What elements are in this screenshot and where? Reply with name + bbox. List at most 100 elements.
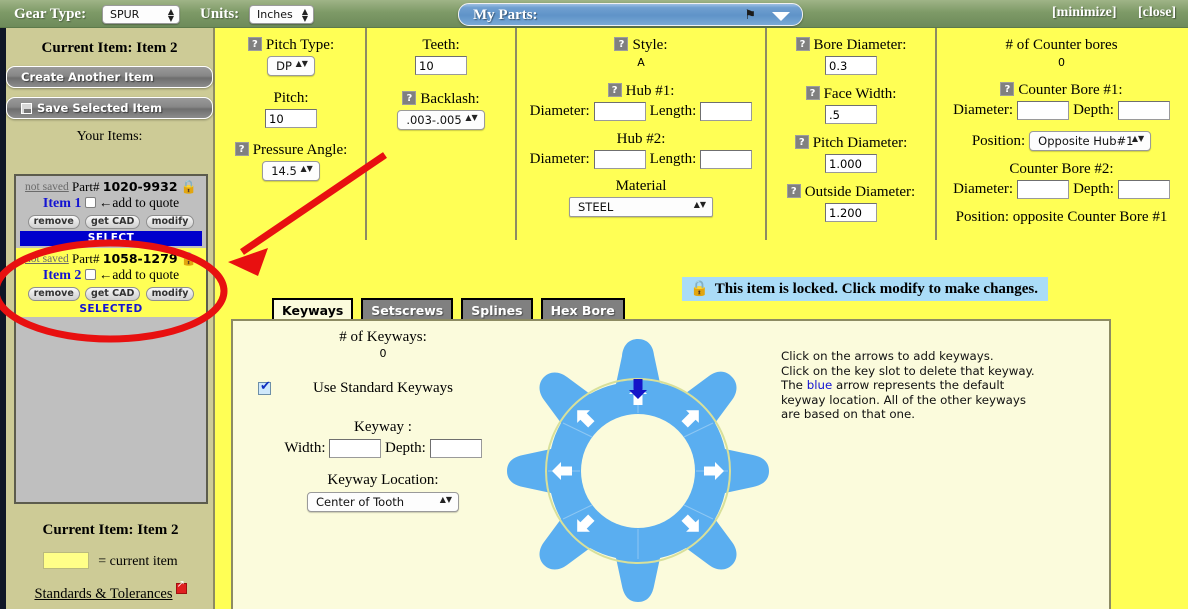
face-width-label: Face Width:: [823, 86, 897, 102]
pitch-type-value: DP: [276, 59, 292, 73]
list-item[interactable]: not saved Part# 1020-9932 🔒 Item 1 ←add …: [16, 176, 206, 248]
hub1-diameter-input[interactable]: [593, 102, 646, 121]
pin-icon[interactable]: ⚑: [744, 8, 756, 22]
instruction-line-5: are based on that one.: [781, 407, 916, 422]
gear-body[interactable]: [507, 339, 769, 602]
get-cad-button[interactable]: get CAD: [85, 287, 141, 301]
cb1-diameter-input[interactable]: [1017, 101, 1070, 120]
add-to-quote-checkbox[interactable]: [84, 197, 96, 208]
teeth-input[interactable]: [415, 56, 467, 75]
help-icon[interactable]: ?: [607, 83, 622, 97]
select-item-button[interactable]: SELECT: [20, 231, 202, 246]
cb1-diameter-label: Diameter:: [953, 102, 1014, 119]
hub1-length-input[interactable]: [700, 102, 753, 121]
cb1-depth-input[interactable]: [1117, 101, 1170, 120]
keyway-location-select[interactable]: Center of Tooth ▲▼: [307, 492, 459, 512]
lock-icon: 🔒: [180, 179, 197, 194]
cb2-depth-input[interactable]: [1117, 180, 1170, 199]
bore-diameter-label-row: ? Bore Diameter:: [767, 37, 935, 54]
hub2-length-label: Length:: [649, 151, 697, 168]
counterbore1-position-row: Position: Opposite Hub#1 ▲▼: [937, 131, 1186, 151]
get-cad-button[interactable]: get CAD: [85, 215, 141, 229]
hub1-fields: Diameter: Length:: [517, 102, 765, 121]
help-icon[interactable]: ?: [795, 37, 810, 51]
keyway-width-input[interactable]: [329, 439, 382, 458]
standards-tolerances-link[interactable]: Standards & Tolerances: [6, 579, 215, 603]
counterbore2-label: Counter Bore #2:: [1009, 161, 1114, 177]
cb1-position-select[interactable]: Opposite Hub#1 ▲▼: [1029, 131, 1152, 151]
face-width-input[interactable]: [825, 105, 877, 124]
modify-button[interactable]: modify: [145, 287, 195, 301]
help-icon[interactable]: ?: [234, 142, 249, 156]
hub1-label: Hub #1:: [625, 83, 675, 99]
gear-svg[interactable]: [483, 331, 793, 609]
help-icon[interactable]: ?: [786, 184, 801, 198]
floppy-disk-icon: [21, 103, 32, 114]
close-button[interactable]: [close]: [1138, 0, 1176, 26]
gear-type-label: Gear Type:: [14, 6, 87, 22]
remove-button[interactable]: remove: [27, 287, 80, 301]
help-icon[interactable]: ?: [402, 91, 417, 105]
minimize-button[interactable]: [minimize]: [1052, 0, 1117, 26]
cb2-diameter-label: Diameter:: [953, 181, 1014, 198]
cb2-depth-label: Depth:: [1073, 181, 1114, 198]
backlash-value: .003-.005: [406, 113, 462, 127]
style-label: Style:: [632, 37, 668, 53]
help-icon[interactable]: ?: [247, 37, 262, 51]
outside-diameter-label: Outside Diameter:: [804, 184, 916, 200]
material-select[interactable]: STEEL ▲▼: [569, 197, 713, 217]
help-icon[interactable]: ?: [614, 37, 629, 51]
my-parts-dropdown[interactable]: My Parts: ⚑: [458, 3, 803, 26]
use-standard-keyways-checkbox[interactable]: [258, 379, 271, 395]
modify-button[interactable]: modify: [145, 215, 195, 229]
part-number: 1058-1279: [102, 251, 178, 266]
pitch-type-select[interactable]: DP ▲▼: [267, 56, 315, 76]
backlash-label-row: ? Backlash:: [367, 91, 515, 108]
units-label: Units:: [200, 6, 240, 22]
item-name-row: Item 1 ←add to quote: [20, 195, 202, 212]
item-name[interactable]: Item 2: [43, 268, 82, 283]
units-select[interactable]: Inches ▲ ▼: [249, 5, 314, 24]
hub2-diameter-input[interactable]: [593, 150, 646, 169]
spinner-icon: ▲▼: [1131, 134, 1145, 143]
counterbore2-position-text: Position: opposite Counter Bore #1: [955, 209, 1168, 225]
gear-type-select[interactable]: SPUR ▲ ▼: [102, 5, 180, 24]
selected-status: SELECTED: [79, 303, 143, 315]
save-selected-item-label: Save Selected Item: [37, 101, 163, 115]
add-to-quote-checkbox[interactable]: [84, 269, 96, 280]
remove-button[interactable]: remove: [27, 215, 80, 229]
pitch-input[interactable]: [265, 109, 317, 128]
material-label: Material: [615, 178, 667, 194]
not-saved-label: not saved: [25, 181, 69, 193]
keyway-depth-input[interactable]: [429, 439, 482, 458]
pitch-diameter-input[interactable]: [825, 154, 877, 173]
instruction-line-1: Click on the arrows to add keyways.: [781, 349, 994, 363]
pressure-angle-label-row: ? Pressure Angle:: [217, 142, 365, 159]
style-label-row: ? Style:: [517, 37, 765, 54]
hub2-fields: Diameter: Length:: [517, 150, 765, 169]
outside-diameter-input[interactable]: [825, 203, 877, 222]
add-to-quote-label: ←add to quote: [98, 195, 180, 210]
keyway-width-label: Width:: [284, 439, 326, 456]
backlash-select[interactable]: .003-.005 ▲▼: [397, 110, 485, 130]
bore-diameter-input[interactable]: [825, 56, 877, 75]
spinner-icon: ▲▼: [300, 164, 313, 173]
list-item[interactable]: not saved Part# 1058-1279 🔒 Item 2 ←add …: [16, 248, 206, 317]
cb2-diameter-input[interactable]: [1017, 180, 1070, 199]
item-name[interactable]: Item 1: [43, 196, 82, 211]
help-icon[interactable]: ?: [794, 135, 809, 149]
hub2-length-input[interactable]: [700, 150, 753, 169]
help-icon[interactable]: ?: [1000, 82, 1015, 96]
gear-preview[interactable]: [483, 331, 793, 609]
gear-bore: [581, 414, 695, 528]
chevron-down-icon[interactable]: [772, 12, 790, 21]
param-column-pitch: ?Pitch Type: DP ▲▼ Pitch: ?Pressure Angl…: [217, 28, 367, 240]
item-actions: remove get CAD modify: [20, 212, 202, 229]
save-selected-item-button[interactable]: Save Selected Item: [6, 97, 213, 119]
pitch-diameter-label: Pitch Diameter:: [812, 135, 908, 151]
feature-section: 🔒 This item is locked. Click modify to ma…: [217, 240, 1188, 609]
pressure-angle-select[interactable]: 14.5 ▲▼: [262, 161, 320, 181]
help-icon[interactable]: ?: [805, 86, 820, 100]
instruction-blue-word: blue: [806, 378, 833, 393]
create-another-item-button[interactable]: Create Another Item: [6, 66, 213, 88]
